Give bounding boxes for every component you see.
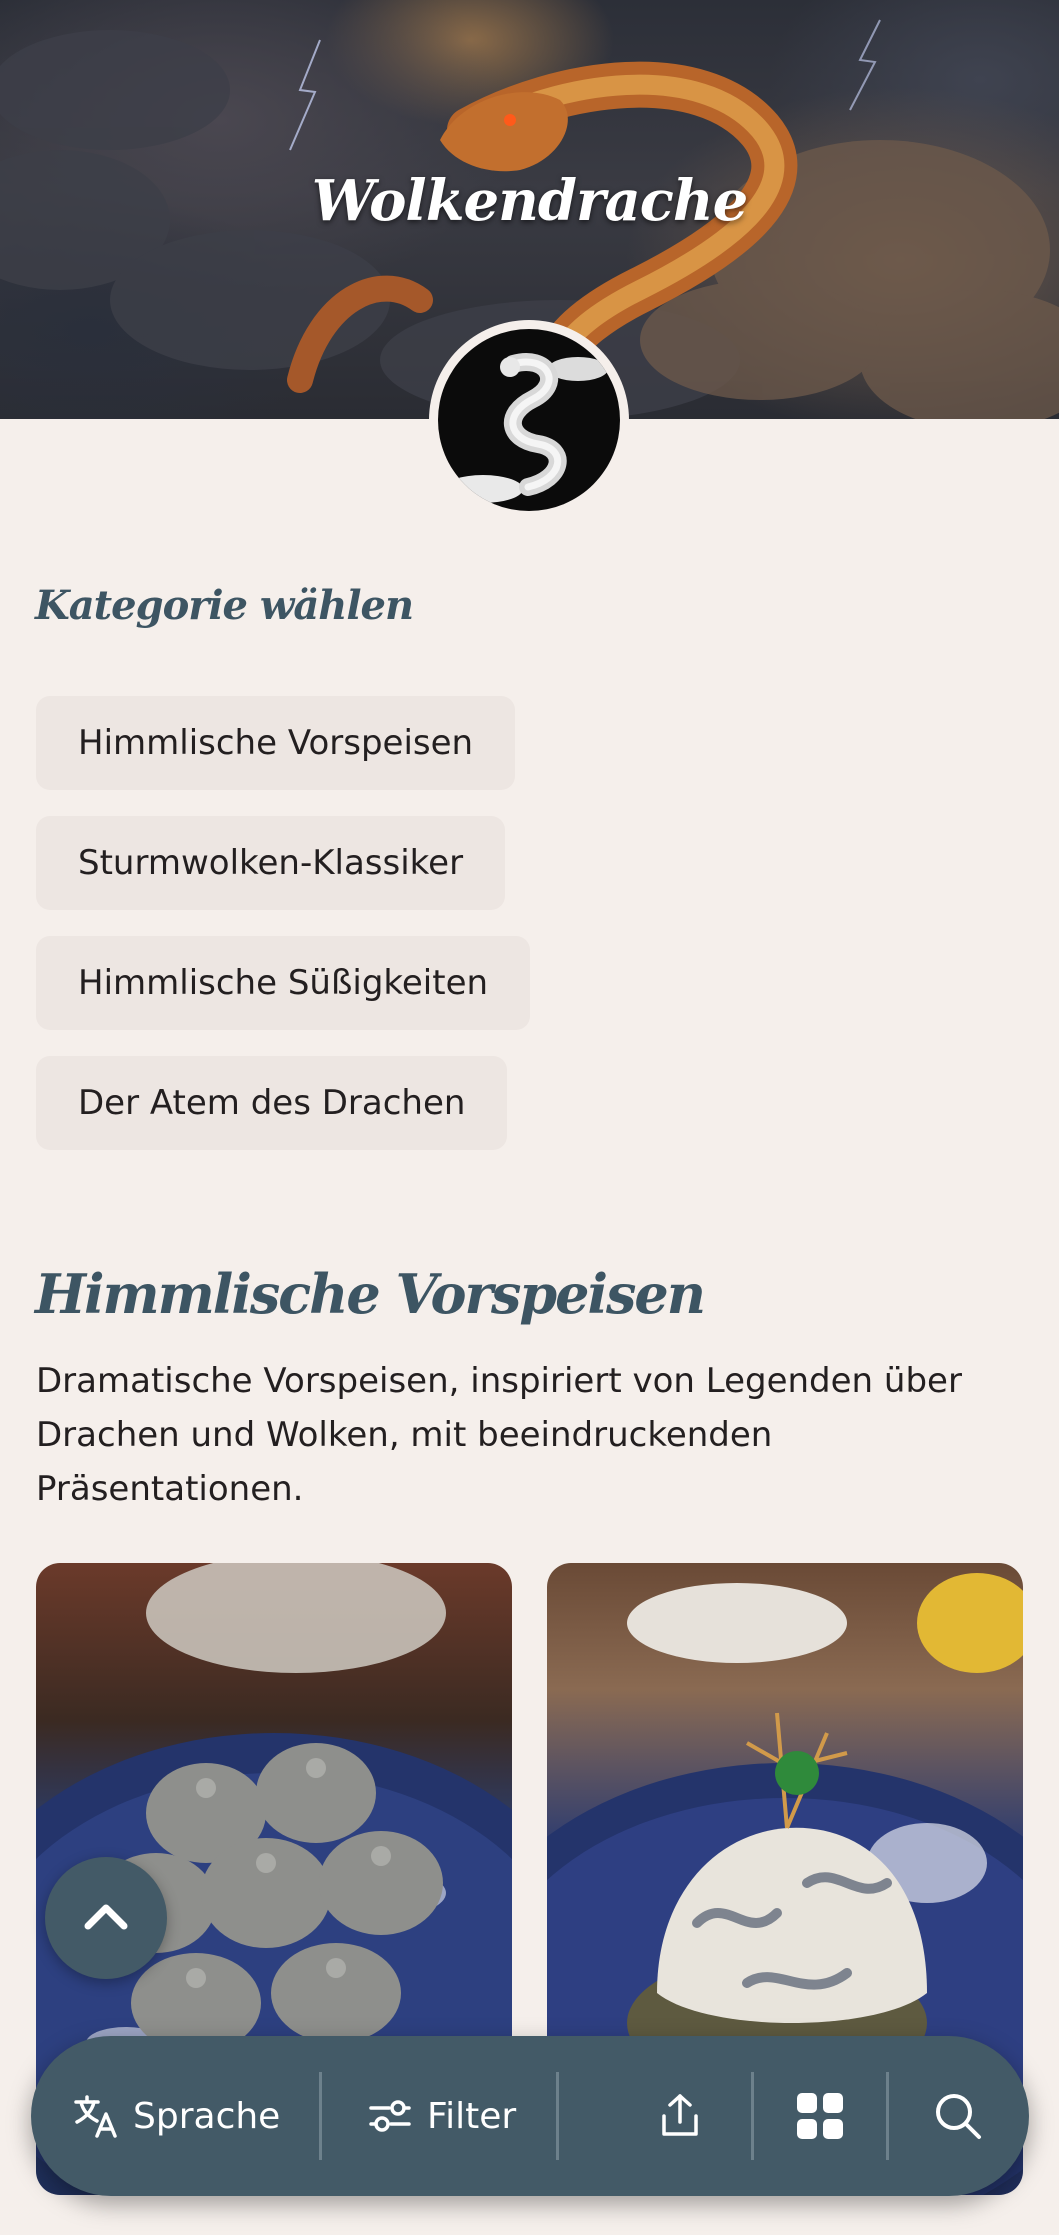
language-button[interactable]: Sprache xyxy=(73,2036,280,2196)
filter-label: Filter xyxy=(427,2095,517,2137)
dragon-logo-icon xyxy=(443,353,608,503)
translate-icon xyxy=(74,2095,117,2138)
share-button[interactable] xyxy=(656,2036,704,2196)
category-chip[interactable]: Sturmwolken-Klassiker xyxy=(36,816,506,910)
section-description: Dramatische Vorspeisen, inspiriert von L… xyxy=(36,1361,962,1509)
restaurant-logo xyxy=(429,320,629,520)
category-list: Himmlische Vorspeisen Sturmwolken-Klassi… xyxy=(36,696,531,1176)
brand-name: Wolkendrache xyxy=(311,168,748,234)
search-button[interactable] xyxy=(933,2036,983,2196)
toolbar-divider xyxy=(319,2072,322,2160)
category-chip[interactable]: Der Atem des Drachen xyxy=(36,1056,508,1150)
scroll-to-top-button[interactable] xyxy=(45,1857,167,1979)
category-chip[interactable]: Himmlische Süßigkeiten xyxy=(36,936,531,1030)
chevron-up-icon xyxy=(84,1904,128,1930)
language-label: Sprache xyxy=(133,2095,281,2137)
share-icon xyxy=(662,2094,698,2136)
toolbar-divider xyxy=(886,2072,889,2160)
grid-icon xyxy=(797,2093,843,2139)
sliders-icon xyxy=(369,2100,411,2132)
bottom-toolbar: Sprache Filter xyxy=(31,2036,1029,2196)
toolbar-divider xyxy=(556,2072,559,2160)
toolbar-divider xyxy=(751,2072,754,2160)
section-title: Himmlische Vorspeisen xyxy=(35,1262,706,1326)
grid-view-button[interactable] xyxy=(795,2036,845,2196)
filter-button[interactable]: Filter xyxy=(367,2036,516,2196)
search-icon xyxy=(936,2094,981,2139)
category-heading: Kategorie wählen xyxy=(35,582,414,629)
category-chip[interactable]: Himmlische Vorspeisen xyxy=(36,696,516,790)
